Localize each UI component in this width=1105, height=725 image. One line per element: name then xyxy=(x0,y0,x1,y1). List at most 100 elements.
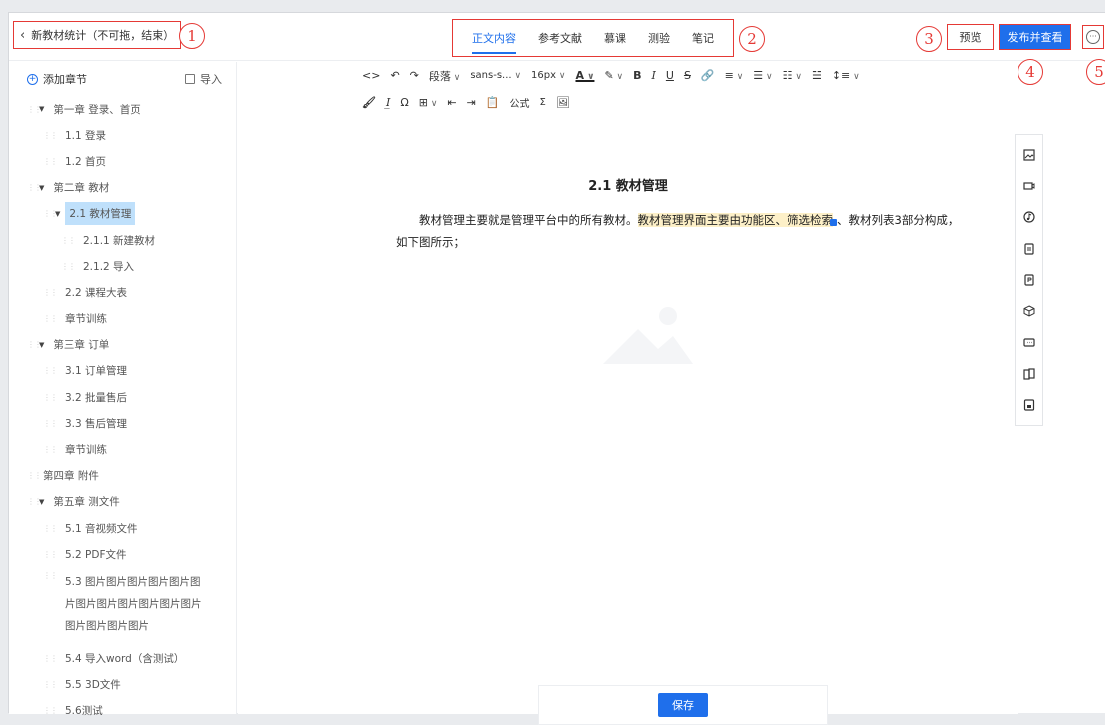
drag-handle-icon[interactable]: ⋮⋮ xyxy=(27,497,42,506)
sidebar-item[interactable]: ⋮⋮ 2.1.2 导入 xyxy=(9,253,236,279)
tab-notes[interactable]: 笔记 xyxy=(692,20,714,56)
drag-handle-icon[interactable]: ⋮⋮ xyxy=(43,366,58,375)
sidebar-item[interactable]: ⋮⋮ ▼ 第五章 测文件 xyxy=(9,489,236,515)
drag-handle-icon[interactable]: ⋮⋮ xyxy=(43,419,58,428)
add-chapter-button[interactable]: + 添加章节 xyxy=(27,71,87,87)
drag-handle-icon[interactable]: ⋮⋮ xyxy=(43,550,58,559)
formula-button[interactable]: 公式 xyxy=(510,95,530,110)
drag-handle-icon[interactable]: ⋮⋮ xyxy=(43,680,58,689)
paste-button[interactable]: 📋 xyxy=(486,96,500,109)
sidebar-item[interactable]: ⋮⋮ ▼ 第三章 订单 xyxy=(9,332,236,358)
import-button[interactable]: 导入 xyxy=(185,71,222,87)
font-family-select[interactable]: sans-s... xyxy=(470,70,521,81)
code-view-button[interactable]: <> xyxy=(362,69,380,82)
caret-down-icon[interactable]: ▼ xyxy=(39,341,44,349)
sidebar-item[interactable]: ⋮⋮ ▼ 第二章 教材 xyxy=(9,175,236,201)
image-button[interactable]: 🖼 xyxy=(556,96,570,109)
drag-handle-icon[interactable]: ⋮⋮ xyxy=(43,445,58,454)
sidebar-item[interactable]: ⋮⋮ 3.1 订单管理 xyxy=(9,358,236,384)
back-button[interactable]: ‹ 新教材统计（不可拖，结束） xyxy=(13,21,182,49)
table-button[interactable]: ⊞ xyxy=(419,96,438,109)
sidebar-item[interactable]: ⋮⋮ 第四章 附件 xyxy=(9,463,236,489)
font-size-select[interactable]: 16px xyxy=(531,70,565,81)
line-height-button[interactable]: ↕≡ xyxy=(832,69,860,82)
drag-handle-icon[interactable]: ⋮⋮ xyxy=(43,157,58,166)
pdf-icon[interactable] xyxy=(1023,274,1035,286)
save-button[interactable]: 保存 xyxy=(658,693,708,717)
publish-button[interactable]: 发布并查看 xyxy=(999,24,1071,50)
save-disk-icon[interactable] xyxy=(1023,399,1035,411)
drag-handle-icon[interactable]: ⋮⋮ xyxy=(61,236,76,245)
sidebar-item[interactable]: ⋮⋮ 1.2 首页 xyxy=(9,148,236,174)
sidebar-item[interactable]: ⋮⋮ 5.6测试 xyxy=(9,698,236,724)
book-icon[interactable] xyxy=(1023,368,1035,380)
sidebar-item[interactable]: ⋮⋮ 章节训练 xyxy=(9,306,236,332)
document-icon[interactable] xyxy=(1023,243,1035,255)
video-icon[interactable] xyxy=(1023,180,1035,192)
audio-icon[interactable] xyxy=(1023,211,1035,223)
outdent-button[interactable]: ⇤ xyxy=(447,96,456,109)
drag-handle-icon[interactable]: ⋮⋮ xyxy=(43,393,58,402)
document-title[interactable]: 2.1 教材管理 xyxy=(238,175,1018,194)
sidebar-item[interactable]: ⋮⋮ 5.1 音视频文件 xyxy=(9,515,236,541)
italic-button[interactable]: I xyxy=(652,69,656,82)
sidebar-item[interactable]: ⋮⋮ 5.5 3D文件 xyxy=(9,672,236,698)
drag-handle-icon[interactable]: ⋮⋮ xyxy=(27,105,42,114)
drag-handle-icon[interactable]: ⋮⋮ xyxy=(43,706,58,715)
align-button[interactable]: ≡ xyxy=(725,69,744,82)
drag-handle-icon[interactable]: ⋮⋮ xyxy=(43,654,58,663)
sigma-button[interactable]: Σ xyxy=(540,97,546,108)
sidebar-item[interactable]: ⋮⋮ ▼ 2.1 教材管理 xyxy=(9,201,236,227)
tab-references[interactable]: 参考文献 xyxy=(538,20,582,56)
sidebar-item[interactable]: ⋮⋮ 5.4 导入word（含测试） xyxy=(9,645,236,671)
sidebar-item[interactable]: ⋮⋮ ▼ 第一章 登录、首页 xyxy=(9,96,236,122)
sidebar-item[interactable]: ⋮⋮ 3.3 售后管理 xyxy=(9,410,236,436)
drag-handle-icon[interactable]: ⋮⋮ xyxy=(61,262,76,271)
image-icon[interactable] xyxy=(1023,149,1035,161)
format-painter-button[interactable]: 🖌 xyxy=(362,96,376,109)
drag-handle-icon[interactable]: ⋮⋮ xyxy=(43,288,58,297)
font-color-button[interactable]: A xyxy=(575,69,594,82)
drag-handle-icon[interactable]: ⋮⋮ xyxy=(43,314,58,323)
drag-handle-icon[interactable]: ⋮⋮ xyxy=(27,471,42,480)
drag-handle-icon[interactable]: ⋮⋮ xyxy=(27,340,42,349)
drag-handle-icon[interactable]: ⋮⋮ xyxy=(27,183,42,192)
caret-down-icon[interactable]: ▼ xyxy=(39,498,44,506)
paragraph-select[interactable]: 段落 xyxy=(429,68,460,84)
special-char-button[interactable]: Ω xyxy=(400,96,408,109)
sidebar-item[interactable]: ⋮⋮ 1.1 登录 xyxy=(9,122,236,148)
strikethrough-button[interactable]: S xyxy=(684,69,691,82)
tab-mooc[interactable]: 慕课 xyxy=(604,20,626,56)
redo-button[interactable]: ↷ xyxy=(410,69,419,82)
caret-down-icon[interactable]: ▼ xyxy=(39,184,44,192)
caret-down-icon[interactable]: ▼ xyxy=(55,210,60,218)
link-button[interactable]: 🔗 xyxy=(701,69,715,82)
sidebar-item[interactable]: ⋮⋮ 3.2 批量售后 xyxy=(9,384,236,410)
sidebar-item[interactable]: ⋮⋮ 2.1.1 新建教材 xyxy=(9,227,236,253)
undo-button[interactable]: ↶ xyxy=(390,69,399,82)
drag-handle-icon[interactable]: ⋮⋮ xyxy=(43,524,58,533)
bold-button[interactable]: B xyxy=(633,69,641,82)
highlight-button[interactable]: ✎ xyxy=(604,69,623,82)
sidebar-item[interactable]: ⋮⋮ 章节训练 xyxy=(9,436,236,462)
drag-handle-icon[interactable]: ⋮⋮ xyxy=(43,571,58,580)
indent-list-button[interactable]: ☱ xyxy=(812,69,822,82)
numbered-list-button[interactable]: ☷ xyxy=(783,69,802,82)
underline-button[interactable]: U xyxy=(666,69,674,82)
sidebar-item[interactable]: ⋮⋮ 5.3 图片图片图片图片图片图片图片图片图片图片图片图片图片图片图片图片 xyxy=(9,567,236,645)
tab-quiz[interactable]: 测验 xyxy=(648,20,670,56)
3d-model-icon[interactable] xyxy=(1023,305,1035,317)
drag-handle-icon[interactable]: ⋮⋮ xyxy=(43,131,58,140)
comment-icon[interactable] xyxy=(1023,337,1035,349)
document-body[interactable]: 教材管理主要就是管理平台中的所有教材。教材管理界面主要由功能区、筛选检索 、教材列… xyxy=(396,209,986,253)
caret-down-icon[interactable]: ▼ xyxy=(39,105,44,113)
text-cursor-handle[interactable] xyxy=(830,219,837,226)
preview-button[interactable]: 预览 xyxy=(947,24,994,50)
more-options-button[interactable]: ··· xyxy=(1082,25,1104,49)
image-placeholder[interactable] xyxy=(593,294,703,384)
tab-main-content[interactable]: 正文内容 xyxy=(472,20,516,56)
clear-format-button[interactable]: I̲ xyxy=(386,96,390,109)
indent-button[interactable]: ⇥ xyxy=(467,96,476,109)
bullet-list-button[interactable]: ☰ xyxy=(753,69,772,82)
drag-handle-icon[interactable]: ⋮⋮ xyxy=(43,209,58,218)
